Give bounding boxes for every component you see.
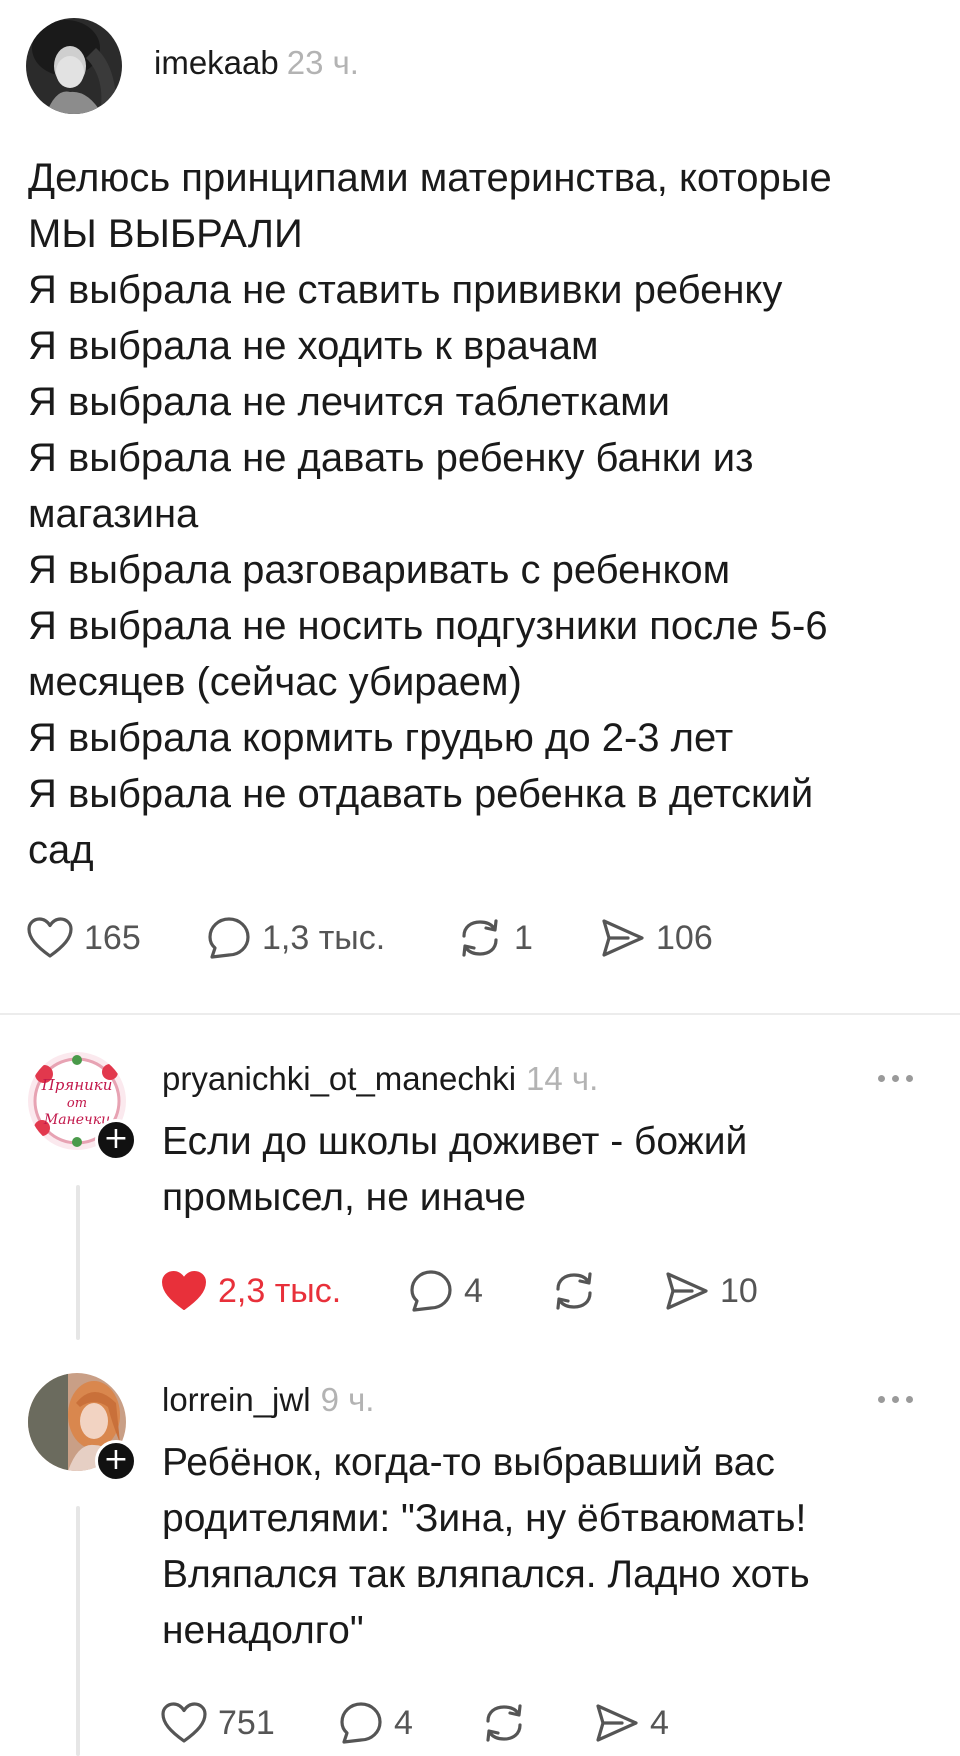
- reply-count: 4: [464, 1271, 483, 1310]
- repost-button[interactable]: 1: [456, 916, 598, 960]
- repost-button[interactable]: [550, 1269, 662, 1313]
- comment-bubble-icon: [340, 1702, 382, 1744]
- reply-count: 4: [394, 1703, 413, 1742]
- comment-line: Ребёнок, когда-то выбравший вас: [162, 1441, 775, 1484]
- post-line: месяцев (сейчас убираем): [28, 660, 522, 704]
- comment-actions: 751 4 4: [160, 1700, 669, 1746]
- follow-plus-button[interactable]: +: [95, 1440, 137, 1482]
- post-line: Я выбрала кормить грудью до 2-3 лет: [28, 716, 734, 760]
- comment-body: Если до школы доживет - божий промысел, …: [162, 1114, 747, 1226]
- comment-line: промысел, не иначе: [162, 1176, 526, 1219]
- post-line: Я выбрала не лечится таблетками: [28, 380, 670, 424]
- heart-icon: [27, 917, 73, 958]
- comment-bubble-icon: [208, 917, 250, 959]
- share-count: 4: [650, 1703, 669, 1742]
- repost-icon: [486, 1704, 522, 1742]
- post-line: Я выбрала не ходить к врачам: [28, 324, 599, 368]
- comment-line: ненадолго": [162, 1609, 364, 1652]
- post-line: магазина: [28, 492, 199, 536]
- post-line: Я выбрала не давать ребенку банки из: [28, 436, 754, 480]
- comment-body: Ребёнок, когда-то выбравший вас родителя…: [162, 1435, 810, 1659]
- post-author-avatar[interactable]: [26, 18, 122, 114]
- more-options-button[interactable]: [878, 1396, 913, 1403]
- post-author-name[interactable]: imekaab: [154, 44, 279, 82]
- comment-count: 1,3 тыс.: [262, 918, 386, 957]
- comment-line: Если до школы доживет - божий: [162, 1120, 748, 1163]
- repost-icon: [556, 1272, 592, 1310]
- comment-time: 9 ч.: [320, 1381, 375, 1418]
- comment-author-name[interactable]: lorrein_jwl: [162, 1381, 311, 1419]
- post-line: Делюсь принципами материнства, которые: [28, 156, 832, 200]
- like-count: 165: [84, 918, 141, 957]
- post-time: 23 ч.: [286, 44, 359, 81]
- more-options-button[interactable]: [878, 1075, 913, 1082]
- reply-button[interactable]: 4: [408, 1268, 550, 1314]
- reply-button[interactable]: 4: [338, 1700, 480, 1746]
- like-button[interactable]: 2,3 тыс.: [160, 1269, 408, 1313]
- comment-header: pryanichki_ot_manechki 14 ч.: [162, 1060, 598, 1098]
- section-divider: [0, 1013, 960, 1015]
- comment-actions: 2,3 тыс. 4 10: [160, 1268, 758, 1314]
- post-line: Я выбрала не отдавать ребенка в детский: [28, 772, 814, 816]
- heart-filled-icon: [162, 1271, 206, 1310]
- comment-bubble-icon: [410, 1270, 452, 1312]
- post-header: imekaab 23 ч.: [154, 44, 359, 82]
- comment-author-name[interactable]: pryanichki_ot_manechki: [162, 1060, 516, 1098]
- comment-button[interactable]: 1,3 тыс.: [206, 915, 456, 961]
- post-line: сад: [28, 828, 94, 872]
- post-line: МЫ ВЫБРАЛИ: [28, 212, 303, 256]
- comment-line: Вляпался так вляпался. Ладно хоть: [162, 1553, 810, 1596]
- repost-button[interactable]: [480, 1701, 592, 1745]
- heart-icon: [161, 1702, 207, 1743]
- comment-header: lorrein_jwl 9 ч.: [162, 1381, 374, 1419]
- like-count: 2,3 тыс.: [218, 1271, 342, 1310]
- avatar-logo-text: Пряники: [41, 1076, 113, 1094]
- like-button[interactable]: 165: [26, 916, 206, 960]
- post-line: Я выбрала не ставить прививки ребенку: [28, 268, 783, 312]
- comment-time: 14 ч.: [526, 1060, 599, 1097]
- share-count: 10: [720, 1271, 758, 1310]
- share-count: 106: [656, 918, 713, 957]
- post-line: Я выбрала разговаривать с ребенком: [28, 548, 731, 592]
- share-button[interactable]: 4: [592, 1701, 669, 1745]
- comment-line: родителями: "Зина, ну ёбтваюмать!: [162, 1497, 807, 1540]
- repost-count: 1: [514, 918, 533, 957]
- share-button[interactable]: 10: [662, 1269, 758, 1313]
- share-button[interactable]: 106: [598, 916, 713, 960]
- follow-plus-button[interactable]: +: [95, 1119, 137, 1161]
- repost-icon: [462, 919, 498, 957]
- share-icon: [596, 1704, 638, 1742]
- svg-text:от: от: [67, 1096, 87, 1111]
- thread-line: [76, 1185, 80, 1340]
- post-body: Делюсь принципами материнства, которые М…: [28, 150, 928, 878]
- post-actions: 165 1,3 тыс. 1 106: [26, 915, 713, 961]
- like-count: 751: [218, 1703, 275, 1742]
- post-line: Я выбрала не носить подгузники после 5-6: [28, 604, 828, 648]
- share-icon: [602, 919, 644, 957]
- thread-line: [76, 1506, 80, 1756]
- like-button[interactable]: 751: [160, 1701, 338, 1745]
- share-icon: [666, 1272, 708, 1310]
